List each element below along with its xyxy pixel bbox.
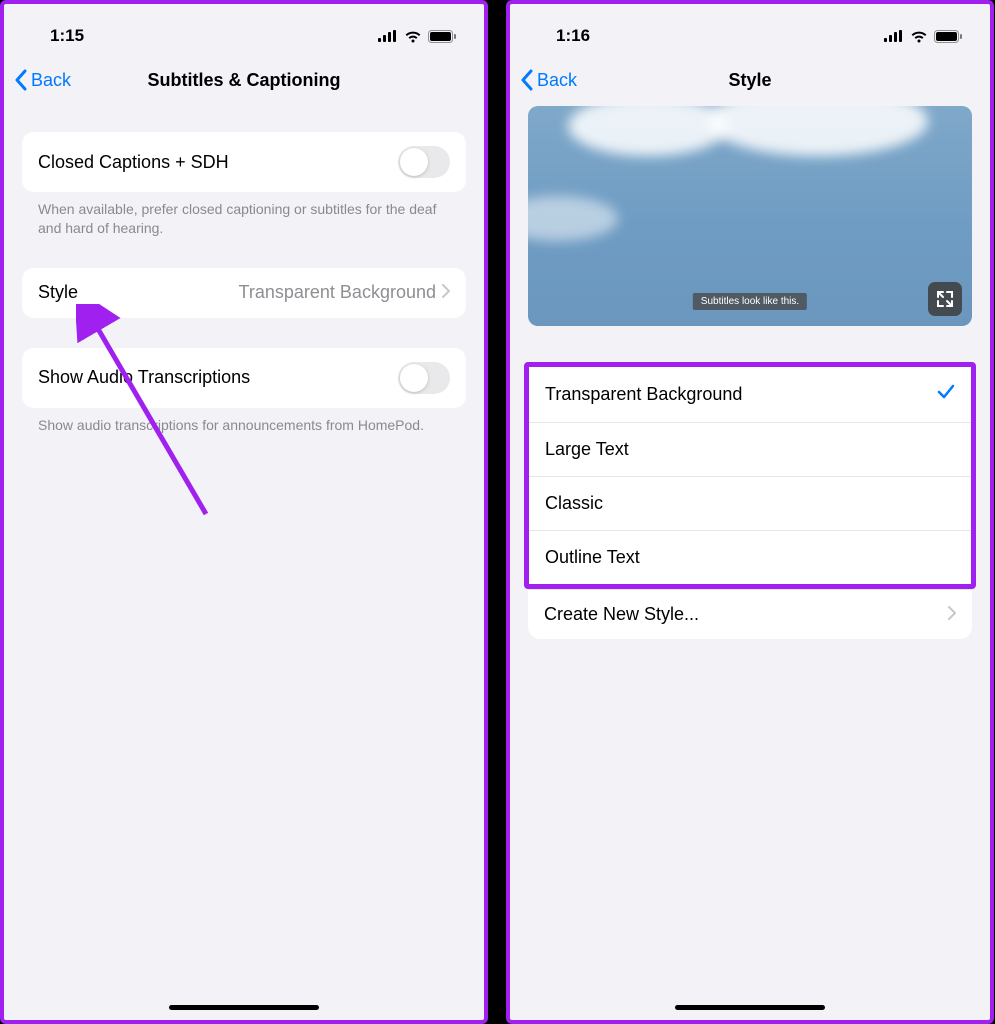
style-option-label: Classic xyxy=(545,493,603,514)
wifi-icon xyxy=(404,30,422,43)
chevron-right-icon xyxy=(948,604,956,625)
back-button[interactable]: Back xyxy=(520,69,577,91)
battery-icon xyxy=(428,30,456,43)
audio-transcriptions-label: Show Audio Transcriptions xyxy=(38,367,250,388)
closed-captions-label: Closed Captions + SDH xyxy=(38,152,229,173)
status-bar: 1:16 xyxy=(510,4,990,58)
back-label: Back xyxy=(537,70,577,91)
style-option-label: Transparent Background xyxy=(545,384,742,405)
back-label: Back xyxy=(31,70,71,91)
chevron-left-icon xyxy=(14,69,27,91)
wifi-icon xyxy=(910,30,928,43)
expand-icon xyxy=(936,290,954,308)
nav-bar: Back Style xyxy=(510,58,990,102)
audio-transcriptions-group: Show Audio Transcriptions xyxy=(22,348,466,408)
style-label: Style xyxy=(38,282,78,303)
page-title: Style xyxy=(728,70,771,91)
cellular-icon xyxy=(378,30,398,42)
back-button[interactable]: Back xyxy=(14,69,71,91)
closed-captions-row[interactable]: Closed Captions + SDH xyxy=(22,132,466,192)
status-time: 1:15 xyxy=(50,26,84,46)
style-value: Transparent Background xyxy=(78,282,436,303)
status-indicators xyxy=(378,30,456,43)
battery-icon xyxy=(934,30,962,43)
checkmark-icon xyxy=(937,383,955,406)
chevron-right-icon xyxy=(442,282,450,303)
closed-captions-group: Closed Captions + SDH xyxy=(22,132,466,192)
create-new-style-row[interactable]: Create New Style... xyxy=(528,589,972,639)
page-title: Subtitles & Captioning xyxy=(148,70,341,91)
style-options-list: Transparent Background Large Text Classi… xyxy=(524,362,976,589)
home-indicator[interactable] xyxy=(675,1005,825,1010)
status-time: 1:16 xyxy=(556,26,590,46)
style-option-classic[interactable]: Classic xyxy=(529,476,971,530)
chevron-left-icon xyxy=(520,69,533,91)
status-bar: 1:15 xyxy=(4,4,484,58)
style-row[interactable]: Style Transparent Background xyxy=(22,268,466,318)
audio-transcriptions-toggle[interactable] xyxy=(398,362,450,394)
style-option-label: Outline Text xyxy=(545,547,640,568)
create-new-style-label: Create New Style... xyxy=(544,604,699,625)
closed-captions-toggle[interactable] xyxy=(398,146,450,178)
nav-bar: Back Subtitles & Captioning xyxy=(4,58,484,102)
status-indicators xyxy=(884,30,962,43)
style-group: Style Transparent Background xyxy=(22,268,466,318)
create-style-group: Create New Style... xyxy=(528,589,972,639)
subtitle-preview: Subtitles look like this. xyxy=(528,106,972,326)
preview-subtitle-text: Subtitles look like this. xyxy=(693,293,807,310)
cellular-icon xyxy=(884,30,904,42)
screenshot-right: 1:16 Back Style Subtitles look like this… xyxy=(506,0,994,1024)
style-option-label: Large Text xyxy=(545,439,629,460)
style-option-transparent-background[interactable]: Transparent Background xyxy=(529,367,971,422)
audio-transcriptions-footer: Show audio transcriptions for announceme… xyxy=(22,408,466,435)
closed-captions-footer: When available, prefer closed captioning… xyxy=(22,192,466,238)
audio-transcriptions-row[interactable]: Show Audio Transcriptions xyxy=(22,348,466,408)
screenshot-left: 1:15 Back Subtitles & Captioning Closed … xyxy=(0,0,488,1024)
style-option-large-text[interactable]: Large Text xyxy=(529,422,971,476)
settings-content: Closed Captions + SDH When available, pr… xyxy=(4,132,484,435)
expand-button[interactable] xyxy=(928,282,962,316)
style-option-outline-text[interactable]: Outline Text xyxy=(529,530,971,584)
home-indicator[interactable] xyxy=(169,1005,319,1010)
